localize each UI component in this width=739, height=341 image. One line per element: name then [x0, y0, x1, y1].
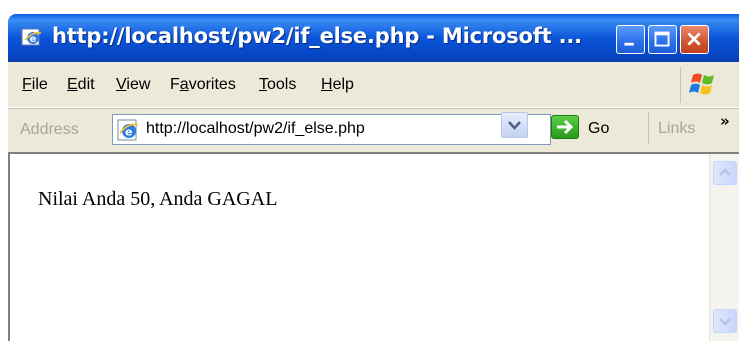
windows-logo-throbber	[680, 67, 725, 103]
menu-view-label: iew	[126, 76, 151, 93]
window-title: http://localhost/pw2/if_else.php - Micro…	[52, 24, 582, 48]
go-label[interactable]: Go	[588, 120, 609, 138]
address-url: http://localhost/pw2/if_else.php	[146, 120, 365, 137]
browser-window: e http://localhost/pw2/if_else.php - Mic…	[0, 0, 739, 341]
minimize-button[interactable]	[616, 25, 645, 54]
menu-edit[interactable]: Edit	[67, 76, 95, 94]
menu-help-accel: H	[321, 76, 333, 93]
page-content	[8, 152, 739, 341]
windows-flag-icon	[689, 73, 714, 95]
title-bar[interactable]: e http://localhost/pw2/if_else.php - Mic…	[8, 14, 739, 62]
menu-file[interactable]: File	[22, 76, 48, 94]
links-label[interactable]: Links	[658, 120, 695, 138]
toolbar-separator	[648, 112, 649, 144]
chevron-down-icon	[508, 121, 521, 130]
ie-page-icon: e	[21, 28, 42, 46]
menu-tools[interactable]: Tools	[259, 76, 296, 94]
ie-page-icon: e	[117, 119, 139, 141]
menu-view[interactable]: View	[116, 76, 150, 94]
chevron-up-icon	[719, 168, 731, 176]
menu-favorites-pre: F	[170, 76, 180, 93]
address-input[interactable]: e http://localhost/pw2/if_else.php	[112, 114, 551, 145]
menu-file-accel: F	[22, 76, 32, 93]
menu-help-label: elp	[332, 76, 354, 93]
menu-view-accel: V	[116, 76, 127, 93]
menu-favorites-accel: a	[179, 76, 189, 93]
menu-file-label: ile	[31, 76, 48, 93]
go-button[interactable]	[551, 115, 579, 139]
address-label: Address	[20, 121, 79, 138]
close-icon	[687, 32, 701, 46]
menu-favorites[interactable]: Favorites	[170, 76, 236, 94]
menu-favorites-label: vorites	[188, 76, 236, 93]
address-dropdown-button[interactable]	[501, 112, 528, 138]
menu-edit-accel: E	[67, 76, 78, 93]
menu-tools-label: ools	[267, 76, 297, 93]
scroll-down-button[interactable]	[713, 309, 737, 333]
close-button[interactable]	[680, 25, 709, 54]
minimize-icon	[624, 42, 634, 46]
vertical-scrollbar[interactable]	[709, 154, 739, 341]
menu-help[interactable]: Help	[321, 76, 354, 94]
page-text: Nilai Anda 50, Anda GAGAL	[38, 188, 278, 210]
menu-edit-label: dit	[77, 76, 95, 93]
chevron-down-icon	[719, 318, 731, 326]
scroll-up-button[interactable]	[713, 161, 737, 185]
go-arrow-icon	[557, 119, 574, 135]
maximize-icon	[654, 31, 670, 47]
address-toolbar: Address e http://localhost/pw2/if_else.p…	[8, 108, 739, 153]
links-more-icon[interactable]: »	[720, 112, 730, 130]
menu-tools-accel: T	[259, 76, 267, 93]
maximize-button[interactable]	[648, 25, 677, 54]
